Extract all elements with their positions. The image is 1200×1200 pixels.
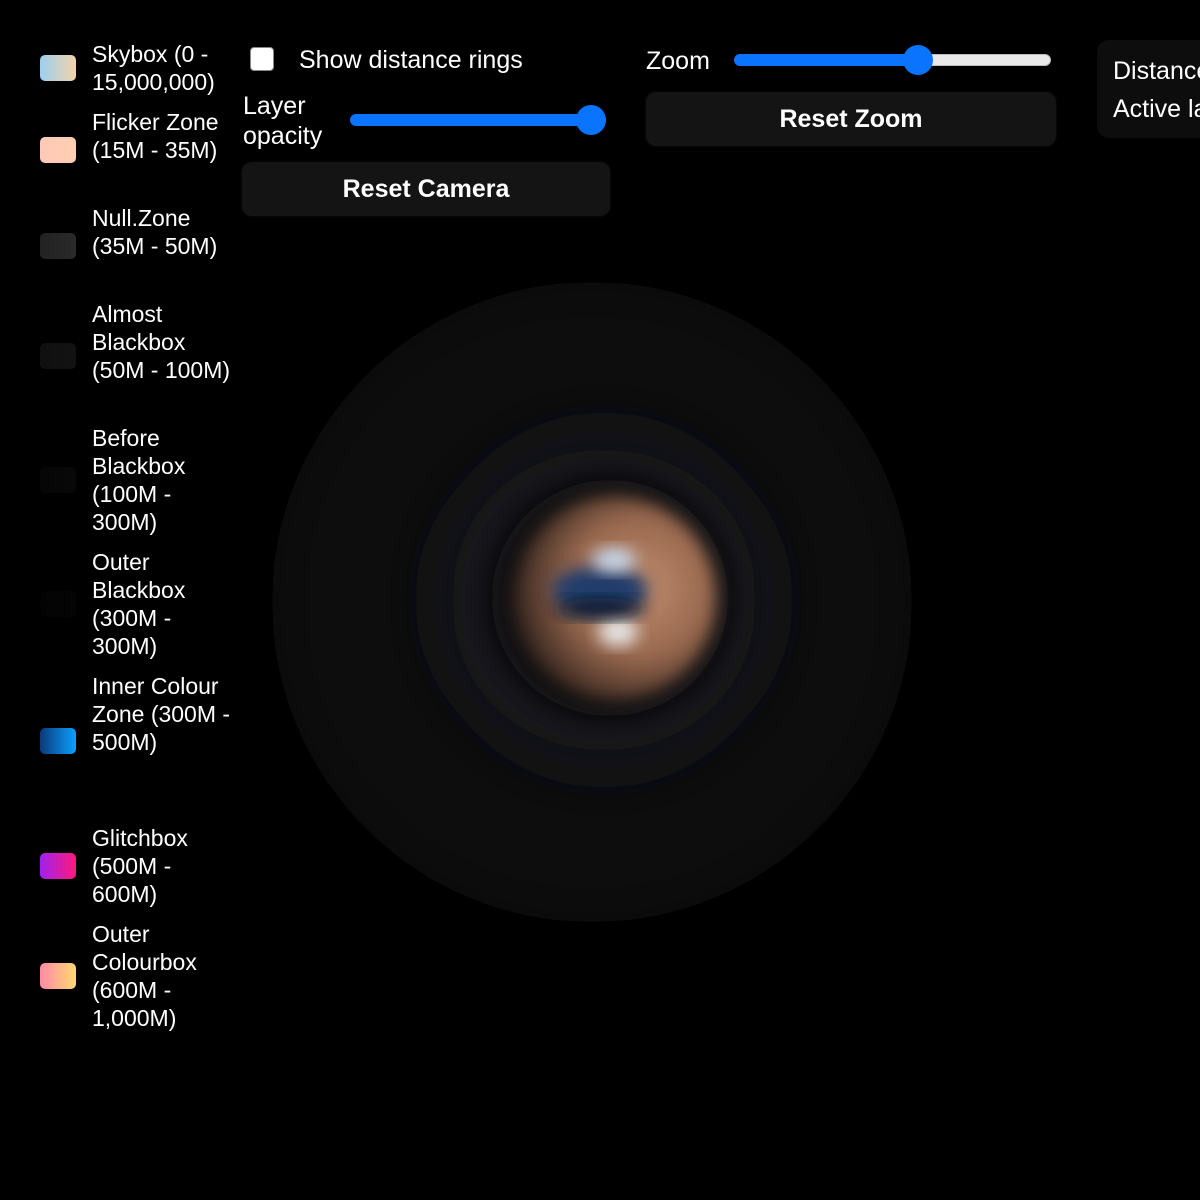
slider-thumb[interactable]: [576, 105, 606, 135]
legend-swatch: [40, 963, 76, 989]
zoom-slider[interactable]: [734, 45, 1051, 75]
layer-opacity-label: Layer opacity: [243, 92, 323, 150]
legend-label: Null.Zone (35M - 50M): [92, 205, 218, 259]
legend-label: Skybox (0 - 15,000,000): [92, 41, 215, 95]
legend-label: Inner Colour Zone (300M - 500M): [92, 673, 231, 755]
slider-fill: [350, 114, 591, 126]
planet-render: [272, 282, 912, 922]
legend-swatch: [40, 728, 76, 754]
slider-thumb[interactable]: [903, 45, 933, 75]
planet-highlight-bottom: [598, 618, 638, 646]
reset-camera-button[interactable]: Reset Camera: [242, 162, 610, 216]
legend-swatch: [40, 55, 76, 81]
legend-label: Before Blackbox (100M - 300M): [92, 425, 186, 535]
legend-swatch: [40, 853, 76, 879]
legend-label: Outer Colourbox (600M - 1,000M): [92, 921, 197, 1031]
active-layer-readout: Active layer: [1113, 95, 1200, 123]
planet-highlight-top: [592, 548, 636, 572]
legend-swatch: [40, 233, 76, 259]
legend-swatch: [40, 467, 76, 493]
zoom-label: Zoom: [646, 47, 710, 75]
reset-zoom-button[interactable]: Reset Zoom: [646, 92, 1056, 146]
layer-opacity-slider[interactable]: [350, 105, 606, 135]
scene-viewport[interactable]: [240, 230, 980, 970]
planet-dark-band: [556, 598, 644, 618]
legend-label: Glitchbox (500M - 600M): [92, 825, 188, 907]
distance-readout: Distance: [1113, 57, 1200, 85]
show-rings-checkbox[interactable]: [250, 47, 274, 71]
legend-label: Flicker Zone (15M - 35M): [92, 109, 219, 163]
legend-label: Almost Blackbox (50M - 100M): [92, 301, 231, 383]
legend-swatch: [40, 137, 76, 163]
viewer-root: Skybox (0 - 15,000,000) Flicker Zone (15…: [0, 0, 1200, 1200]
show-rings-label[interactable]: Show distance rings: [299, 44, 523, 76]
info-panel: Distance Active layer: [1097, 40, 1200, 138]
slider-track: [918, 54, 1051, 66]
legend-label: Outer Blackbox (300M - 300M): [92, 549, 186, 659]
legend-swatch: [40, 343, 76, 369]
legend-swatch: [40, 591, 76, 617]
slider-fill: [734, 54, 918, 66]
